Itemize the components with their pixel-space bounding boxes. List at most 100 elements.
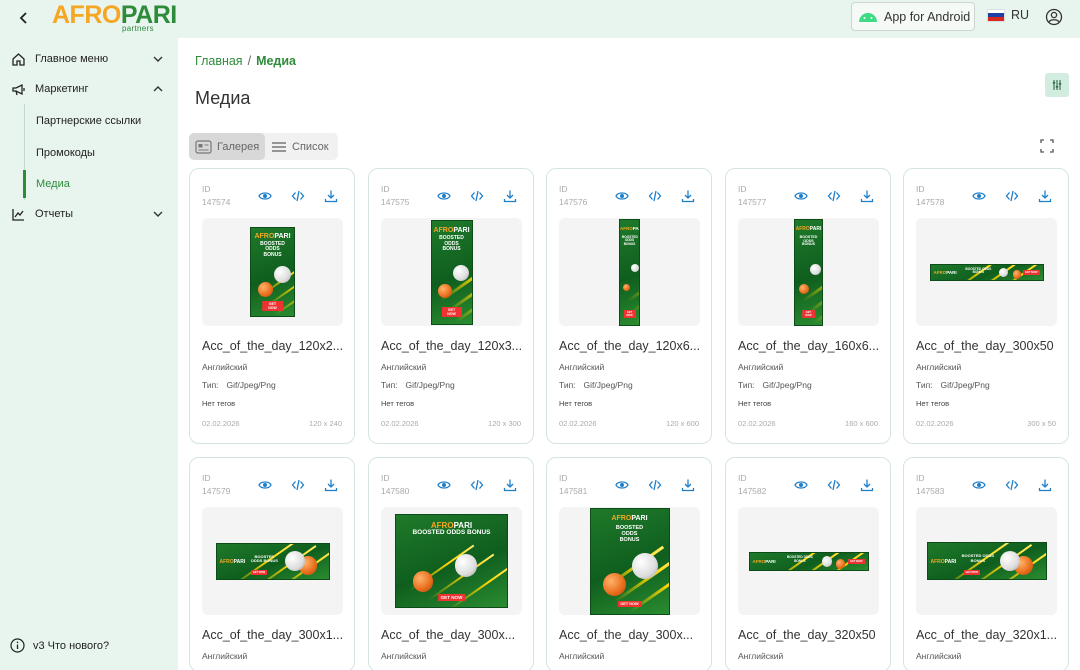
media-card[interactable]: ID 147582 AFROPARI BOOSTED ODDS BONUS GET NO…	[725, 457, 891, 670]
app-for-android-button[interactable]: App for Android	[851, 2, 975, 31]
card-name: Acc_of_the_day_120x2...	[202, 339, 344, 353]
banner-image: AFROPARI BOOSTED ODDS BONUS GET NOW	[929, 263, 1044, 281]
download-icon[interactable]	[1038, 478, 1052, 492]
banner-logo-afro: AFRO	[795, 225, 810, 232]
view-icon[interactable]	[615, 478, 629, 492]
card-thumbnail[interactable]: AFROPARIBOOSTED ODDS BONUSGET NOW	[202, 507, 343, 615]
filter-button[interactable]	[1045, 73, 1069, 97]
chart-icon	[11, 208, 24, 221]
card-thumbnail[interactable]: AFROPARIBOOSTED ODDS BONUSGET NOW	[202, 218, 343, 326]
language-selector[interactable]: RU	[987, 8, 1029, 22]
banner-cta: GET NOW	[441, 307, 462, 318]
card-thumbnail[interactable]: AFROPARIBOOSTED ODDS BONUSGET NOW	[559, 507, 700, 615]
card-id-label: ID	[738, 473, 747, 483]
banner-headline: BOOSTED ODDS BONUS	[965, 266, 992, 275]
download-icon[interactable]	[503, 189, 517, 203]
sidebar-item-main-menu[interactable]: Главное меню	[0, 46, 178, 72]
banner-cta: GET NOW	[623, 310, 636, 319]
view-icon[interactable]	[794, 189, 808, 203]
download-icon[interactable]	[1038, 189, 1052, 203]
code-icon[interactable]	[648, 189, 662, 203]
code-icon[interactable]	[1005, 478, 1019, 492]
media-card[interactable]: ID 147581 AFROPARI BOOSTED ODDS BONUS GET NO…	[546, 457, 712, 670]
banner-basketball	[437, 283, 453, 298]
code-icon[interactable]	[291, 478, 305, 492]
banner-logo-pari: PARI	[274, 233, 291, 241]
download-icon[interactable]	[324, 189, 338, 203]
banner-basketball	[1012, 270, 1021, 279]
view-icon[interactable]	[972, 478, 986, 492]
card-type: Тип: Gif/Jpeg/Png	[381, 380, 455, 390]
card-type-prefix: Тип:	[381, 380, 398, 390]
card-thumbnail[interactable]: AFROPARIBOOSTED ODDS BONUSGET NOW	[381, 507, 522, 615]
media-card[interactable]: ID 147580 AFROPARI BOOSTED ODDS BONUS GET NO…	[368, 457, 534, 670]
view-icon[interactable]	[972, 189, 986, 203]
media-card[interactable]: ID 147577 AFROPARI BOOSTED ODDS BONUS GET NO…	[725, 168, 891, 444]
download-icon[interactable]	[324, 478, 338, 492]
card-id-value: 147578	[916, 197, 945, 207]
view-icon[interactable]	[258, 478, 272, 492]
language-code: RU	[1011, 8, 1030, 22]
banner-logo: AFROPARI	[591, 515, 669, 522]
code-icon[interactable]	[648, 478, 662, 492]
view-icon[interactable]	[794, 478, 808, 492]
download-icon[interactable]	[681, 478, 695, 492]
breadcrumb-home[interactable]: Главная	[195, 54, 243, 68]
download-icon[interactable]	[681, 189, 695, 203]
view-icon[interactable]	[615, 189, 629, 203]
card-thumbnail[interactable]: AFROPARIBOOSTED ODDS BONUSGET NOW	[738, 218, 879, 326]
media-card[interactable]: ID 147578 AFROPARI BOOSTED ODDS BONUS GET NO…	[903, 168, 1069, 444]
banner-logo-pari: PARI	[233, 559, 246, 565]
card-thumbnail[interactable]: AFROPARIBOOSTED ODDS BONUSGET NOW	[381, 218, 522, 326]
download-icon[interactable]	[860, 189, 874, 203]
media-card[interactable]: ID 147579 AFROPARI BOOSTED ODDS BONUS GET NO…	[189, 457, 355, 670]
back-button[interactable]	[14, 8, 34, 28]
sidebar-subitem-partner-links[interactable]: Партнерские ссылки	[36, 115, 141, 127]
card-language: Английский	[738, 651, 784, 661]
card-thumbnail[interactable]: AFROPARIBOOSTED ODDS BONUSGET NOW	[916, 507, 1057, 615]
sidebar-item-reports[interactable]: Отчеты	[0, 201, 178, 227]
view-icon[interactable]	[437, 478, 451, 492]
media-card[interactable]: ID 147575 AFROPARI BOOSTED ODDS BONUS GET NO…	[368, 168, 534, 444]
card-date: 02.02.2026	[202, 419, 240, 428]
sidebar-subitem-promocodes[interactable]: Промокоды	[36, 147, 95, 159]
download-icon[interactable]	[860, 478, 874, 492]
sidebar-subitem-media[interactable]: Медиа	[36, 178, 70, 190]
code-icon[interactable]	[827, 478, 841, 492]
user-icon[interactable]	[1045, 8, 1063, 26]
code-icon[interactable]	[291, 189, 305, 203]
media-card[interactable]: ID 147576 AFROPARI BOOSTED ODDS BONUS GET NO…	[546, 168, 712, 444]
chevron-down-icon	[153, 211, 163, 217]
code-icon[interactable]	[470, 478, 484, 492]
card-name: Acc_of_the_day_300x50	[916, 339, 1054, 353]
banner-basketball	[799, 283, 810, 294]
card-type: Тип: Gif/Jpeg/Png	[738, 380, 812, 390]
card-name: Acc_of_the_day_300x...	[559, 628, 694, 642]
code-icon[interactable]	[1005, 189, 1019, 203]
banner-headline: BOOSTED ODDS BONUS	[412, 529, 491, 537]
card-thumbnail[interactable]: AFROPARIBOOSTED ODDS BONUSGET NOW	[916, 218, 1057, 326]
whats-new-link[interactable]: v3 Что нового?	[10, 638, 109, 653]
card-type-value: Gif/Jpeg/Png	[226, 380, 276, 390]
sidebar-item-label: Отчеты	[35, 208, 74, 220]
sidebar-item-marketing[interactable]: Маркетинг	[0, 76, 178, 102]
view-list-button[interactable]: Список	[265, 133, 338, 160]
view-gallery-button[interactable]: Галерея	[189, 133, 265, 160]
card-type-prefix: Тип:	[916, 380, 933, 390]
banner-basketball	[412, 571, 434, 592]
card-thumbnail[interactable]: AFROPARIBOOSTED ODDS BONUSGET NOW	[738, 507, 879, 615]
banner-cta: GET NOW	[437, 594, 466, 602]
view-icon[interactable]	[258, 189, 272, 203]
logo[interactable]: AFROPARI partners	[52, 2, 177, 34]
megaphone-icon	[11, 83, 25, 95]
card-thumbnail[interactable]: AFROPARIBOOSTED ODDS BONUSGET NOW	[559, 218, 700, 326]
fullscreen-icon[interactable]	[1040, 139, 1054, 153]
media-card[interactable]: ID 147574 AFROPARI BOOSTED ODDS BONUS GET NO…	[189, 168, 355, 444]
code-icon[interactable]	[827, 189, 841, 203]
view-icon[interactable]	[437, 189, 451, 203]
banner-logo-afro: AFRO	[933, 270, 947, 276]
banner-logo: AFROPARI	[931, 559, 957, 565]
media-card[interactable]: ID 147583 AFROPARI BOOSTED ODDS BONUS GET NO…	[903, 457, 1069, 670]
code-icon[interactable]	[470, 189, 484, 203]
download-icon[interactable]	[503, 478, 517, 492]
